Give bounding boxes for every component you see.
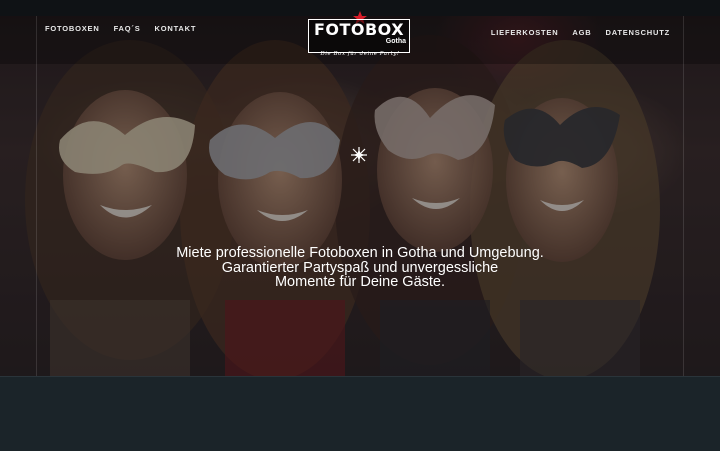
- sparkle-icon: [351, 147, 367, 163]
- nav-link-kontakt[interactable]: KONTAKT: [155, 24, 197, 33]
- hero-line-1: Miete professionelle Fotoboxen in Gotha …: [176, 245, 544, 261]
- nav-link-agb[interactable]: AGB: [572, 28, 591, 37]
- left-divider-line: [36, 16, 37, 376]
- nav-link-faqs[interactable]: FAQ´S: [114, 24, 141, 33]
- nav-link-datenschutz[interactable]: DATENSCHUTZ: [606, 28, 671, 37]
- logo-tagline: Die Box für deine Party!: [320, 51, 400, 57]
- hero-headline: Miete professionelle Fotoboxen in Gotha …: [130, 246, 590, 290]
- nav-right: LIEFERKOSTEN AGB DATENSCHUTZ: [491, 28, 670, 37]
- right-divider-line: [683, 16, 684, 376]
- nav-link-fotoboxen[interactable]: FOTOBOXEN: [45, 24, 100, 33]
- hero-line-3: Momente für Deine Gäste.: [274, 274, 446, 290]
- logo-subtitle: Gotha: [385, 38, 406, 45]
- site-logo[interactable]: FOTOBOX Gotha Die Box für deine Party!: [308, 11, 412, 57]
- nav-left: FOTOBOXEN FAQ´S KONTAKT: [45, 24, 196, 33]
- logo-title: FOTOBOX: [313, 20, 405, 39]
- hero-line-2: Garantierter Partyspaß und unvergesslich…: [221, 259, 499, 276]
- content-section: [0, 376, 720, 451]
- nav-link-lieferkosten[interactable]: LIEFERKOSTEN: [491, 28, 559, 37]
